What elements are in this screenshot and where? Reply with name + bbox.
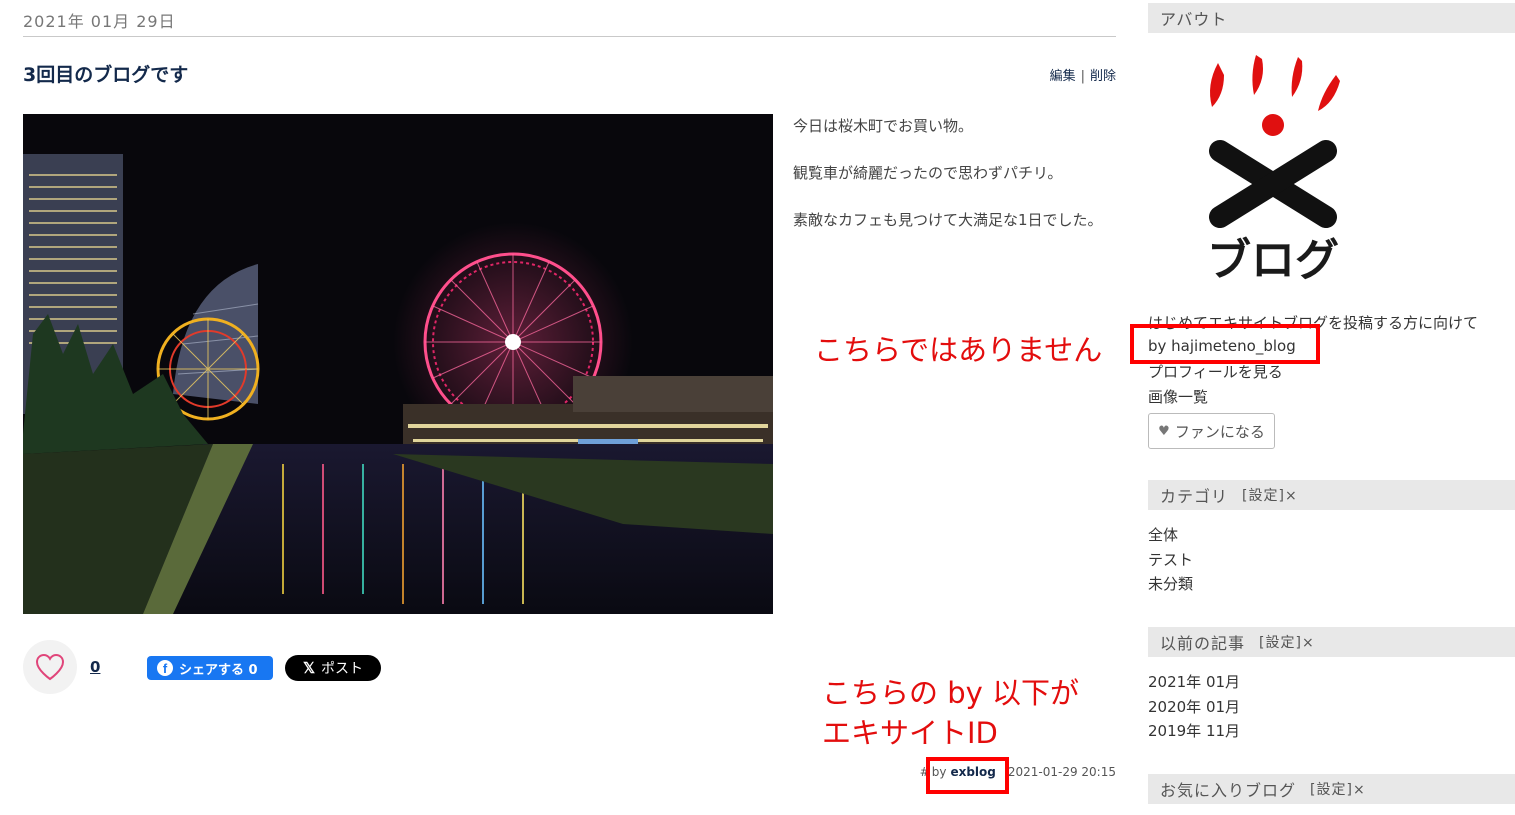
edit-link[interactable]: 編集 (1050, 69, 1076, 84)
by-label: by (931, 765, 947, 779)
category-heading: カテゴリ [設定]× (1148, 480, 1515, 510)
post-paragraph: 今日は桜木町でお買い物。 (793, 117, 974, 135)
favorites-settings-link[interactable]: [設定]× (1310, 779, 1366, 799)
author-link[interactable]: exblog (950, 765, 995, 779)
separator: | (1080, 69, 1085, 84)
like-button[interactable] (23, 640, 77, 694)
archive-item[interactable]: 2019年 11月 (1148, 719, 1240, 744)
excite-blog-logo: ブログ (1198, 55, 1348, 290)
facebook-icon: f (157, 660, 173, 676)
category-list: 全体 テスト 未分類 (1148, 523, 1193, 597)
archive-settings-link[interactable]: [設定]× (1259, 632, 1315, 652)
about-heading: アバウト (1148, 3, 1515, 33)
annotation-not-this: こちらではありません (814, 333, 1103, 367)
profile-link[interactable]: プロフィールを見る (1148, 361, 1283, 382)
svg-text:ブログ: ブログ (1207, 235, 1339, 286)
post-photo-night-ferris-wheel[interactable] (23, 114, 773, 614)
x-post-label: ポスト (321, 661, 364, 677)
archive-heading: 以前の記事 [設定]× (1148, 627, 1515, 657)
annotation-line: こちらの by 以下が (822, 676, 1080, 710)
fan-button-label: ファンになる (1174, 422, 1265, 441)
tag-hash: # (919, 765, 930, 779)
post-footer-meta: # by exblog 2021-01-29 20:15 (920, 765, 1116, 779)
favorites-heading-label: お気に入りブログ (1160, 781, 1297, 800)
category-heading-label: カテゴリ (1160, 487, 1229, 506)
post-date: 2021年 01月 29日 (23, 8, 1116, 37)
archive-heading-label: 以前の記事 (1160, 634, 1246, 653)
archive-item[interactable]: 2021年 01月 (1148, 670, 1240, 695)
category-item[interactable]: 全体 (1148, 523, 1193, 548)
archive-list: 2021年 01月 2020年 01月 2019年 11月 (1148, 670, 1240, 744)
x-logo-icon: 𝕏 (302, 660, 316, 677)
delete-link[interactable]: 削除 (1090, 69, 1116, 84)
post-timestamp: 2021-01-29 20:15 (1007, 765, 1116, 779)
images-link[interactable]: 画像一覧 (1148, 386, 1208, 407)
favorites-heading: お気に入りブログ [設定]× (1148, 774, 1515, 804)
facebook-share-label: シェアする 0 (179, 662, 258, 678)
facebook-share-button[interactable]: f シェアする 0 (147, 656, 273, 680)
become-fan-button[interactable]: ♥ ファンになる (1148, 413, 1275, 449)
archive-item[interactable]: 2020年 01月 (1148, 695, 1240, 720)
post-actions: 編集 | 削除 (1050, 65, 1116, 84)
category-item[interactable]: テスト (1148, 548, 1193, 573)
blog-owner-byline: by hajimeteno_blog (1148, 337, 1296, 355)
post-paragraph: 素敵なカフェも見つけて大満足な1日でした。 (793, 211, 1103, 229)
annotation-excite-id: こちらの by 以下が エキサイトID (822, 673, 1079, 753)
annotation-line: エキサイトID (822, 716, 998, 750)
x-post-button[interactable]: 𝕏 ポスト (285, 655, 381, 681)
category-settings-link[interactable]: [設定]× (1242, 485, 1298, 505)
blog-description: はじめてエキサイトブログを投稿する方に向けて (1148, 314, 1479, 332)
category-item[interactable]: 未分類 (1148, 572, 1193, 597)
about-heading-label: アバウト (1160, 10, 1228, 29)
heart-icon: ♥ (1158, 423, 1170, 439)
like-count[interactable]: 0 (90, 658, 100, 676)
post-title[interactable]: 3回目のブログです (23, 60, 188, 87)
post-paragraph: 観覧車が綺麗だったので思わずパチリ。 (793, 164, 1063, 182)
post-body: 今日は桜木町でお買い物。 観覧車が綺麗だったので思わずパチリ。 素敵なカフェも見… (793, 114, 1113, 255)
heart-icon (35, 653, 65, 681)
